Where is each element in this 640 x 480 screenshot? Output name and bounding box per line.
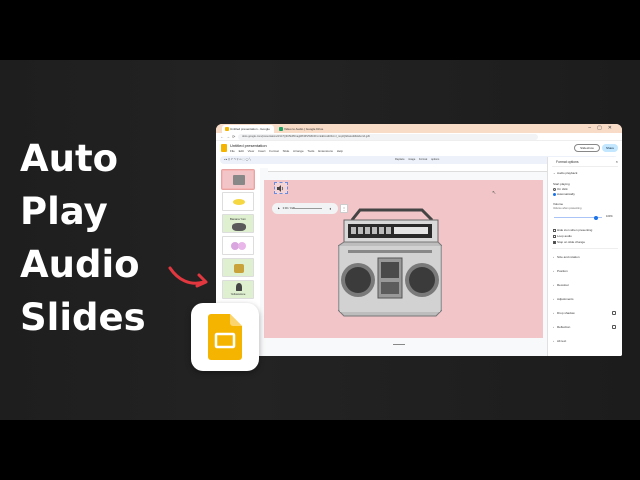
share-button[interactable]: Share bbox=[602, 144, 618, 152]
slide-thumb-5[interactable] bbox=[222, 258, 254, 277]
headline-line-3: Audio bbox=[20, 243, 140, 286]
progress-bar[interactable] bbox=[292, 208, 322, 209]
audio-player[interactable]: ▶ 0:00 / 0:30 🔈︎ bbox=[272, 203, 338, 214]
section-audio-playback[interactable]: ⌄Audio playback bbox=[553, 171, 577, 175]
headline-line-1: Auto bbox=[20, 137, 119, 180]
volume-sub-label: Volume when presenting bbox=[553, 207, 582, 210]
headline: Auto Play Audio Slides bbox=[20, 132, 190, 344]
drive-icon bbox=[279, 127, 283, 131]
tab-bar: Untitled presentation - Google Video to … bbox=[216, 124, 622, 133]
slides-icon bbox=[225, 127, 229, 131]
checkbox-icon[interactable] bbox=[553, 234, 556, 238]
slideshow-button[interactable]: Slideshow bbox=[574, 144, 600, 152]
thumb-label: Banana Yum bbox=[230, 217, 246, 221]
section-label: Drop shadow bbox=[557, 311, 575, 315]
format-options-panel: Format options × ⌄Audio playback Start p… bbox=[547, 157, 622, 356]
section-adjustments[interactable]: › Adjustments bbox=[553, 297, 574, 301]
radio-automatically[interactable]: Automatically bbox=[553, 192, 575, 196]
option-label: Hide icon when presenting bbox=[557, 228, 593, 232]
radio-label: Automatically bbox=[557, 192, 575, 196]
slides-icon bbox=[208, 314, 242, 360]
ruler bbox=[268, 168, 547, 172]
tab-drive[interactable]: Video to Audio | Google Drive bbox=[276, 125, 328, 133]
slide-thumb-4[interactable] bbox=[222, 236, 254, 255]
slide-thumb-2[interactable] bbox=[222, 192, 254, 211]
tab-label: Untitled presentation - Google bbox=[230, 127, 270, 131]
close-icon[interactable]: × bbox=[616, 159, 618, 164]
url-field[interactable]: docs.google.com/presentation/d/1z7Q3U5kP… bbox=[238, 134, 538, 140]
section-label: Alt text bbox=[557, 339, 567, 343]
mouse-cursor: ↖ bbox=[492, 190, 497, 196]
editor-canvas: ▶ 0:00 / 0:30 🔈︎ ⋮ ↖ bbox=[260, 168, 547, 356]
panel-title: Format options bbox=[556, 160, 579, 164]
section-label: Size and rotation bbox=[557, 255, 580, 259]
radio-on-click[interactable]: On click bbox=[553, 187, 568, 191]
volume-slider[interactable] bbox=[554, 215, 602, 220]
radio-icon bbox=[553, 187, 556, 191]
browser-window: Untitled presentation - Google Video to … bbox=[216, 124, 622, 356]
divider bbox=[552, 248, 618, 249]
tab-slides[interactable]: Untitled presentation - Google bbox=[222, 125, 274, 133]
toolbar-left[interactable]: ◂ ▸ ⎙ ↶ ↷ ⚲ ▭ ⬚ ◯ ╲ bbox=[224, 158, 251, 161]
boombox-thumb bbox=[233, 175, 245, 185]
arrow-icon bbox=[168, 266, 208, 288]
start-playing-label: Start playing bbox=[553, 182, 570, 186]
audio-speaker-icon[interactable] bbox=[274, 182, 288, 194]
circle-thumb bbox=[238, 242, 246, 250]
section-label: Audio playback bbox=[557, 171, 578, 175]
boombox-image[interactable] bbox=[338, 208, 442, 324]
volume-icon[interactable]: 🔈︎ bbox=[330, 206, 332, 211]
tab-label: Video to Audio | Google Drive bbox=[284, 127, 324, 131]
option-label: Loop audio bbox=[557, 234, 572, 238]
option-loop-audio[interactable]: Loop audio bbox=[553, 234, 572, 238]
slides-icon[interactable] bbox=[221, 144, 227, 152]
section-size-rotation[interactable]: › Size and rotation bbox=[553, 255, 580, 259]
doc-title[interactable]: Untitled presentation bbox=[230, 143, 267, 148]
menu-bar[interactable]: File Edit View Insert Format Slide Arran… bbox=[230, 149, 343, 153]
drop-shadow-checkbox[interactable] bbox=[612, 311, 616, 315]
toolbar-right[interactable]: Replace image Format options bbox=[395, 156, 439, 164]
google-slides-logo bbox=[191, 303, 259, 371]
section-label: Recolour bbox=[557, 283, 570, 287]
app-header: Untitled presentation File Edit View Ins… bbox=[216, 141, 622, 156]
address-bar: ←→⟳ docs.google.com/presentation/d/1z7Q3… bbox=[216, 133, 622, 141]
volume-value: 100% bbox=[606, 215, 613, 218]
animal-thumb bbox=[232, 223, 246, 231]
option-label: Stop on slide change bbox=[557, 240, 586, 244]
slide-thumb-3[interactable]: Banana Yum bbox=[222, 214, 254, 233]
volume-label: Volume bbox=[553, 202, 564, 206]
option-stop-on-change[interactable]: Stop on slide change bbox=[553, 240, 585, 244]
section-position[interactable]: › Position bbox=[553, 269, 568, 273]
section-drop-shadow[interactable]: › Drop shadow bbox=[553, 311, 575, 315]
volume-icon bbox=[277, 184, 284, 192]
nav-icons[interactable]: ←→⟳ bbox=[220, 134, 237, 139]
speaker-notes-handle[interactable] bbox=[393, 344, 405, 345]
section-reflection[interactable]: › Reflection bbox=[553, 325, 570, 329]
window-controls[interactable]: –▢✕ bbox=[588, 125, 618, 131]
headline-line-4: Slides bbox=[20, 296, 146, 339]
section-label: Adjustments bbox=[557, 297, 574, 301]
banana-thumb bbox=[233, 199, 245, 205]
slide-thumb-6[interactable]: Yellowstone bbox=[222, 280, 254, 299]
section-recolour[interactable]: › Recolour bbox=[553, 283, 569, 287]
radio-label: On click bbox=[557, 187, 568, 191]
checkbox-icon[interactable] bbox=[553, 228, 556, 232]
divider bbox=[552, 166, 618, 167]
option-hide-icon[interactable]: Hide icon when presenting bbox=[553, 228, 592, 232]
animal-thumb bbox=[236, 283, 242, 291]
section-alt-text[interactable]: › Alt text bbox=[553, 339, 566, 343]
radio-selected-icon bbox=[553, 192, 556, 196]
play-icon[interactable]: ▶ bbox=[278, 207, 280, 210]
slide-thumb-1[interactable] bbox=[222, 170, 254, 189]
checkbox-checked-icon[interactable] bbox=[553, 240, 556, 244]
reflection-checkbox[interactable] bbox=[612, 325, 616, 329]
section-label: Position bbox=[557, 269, 568, 273]
slide-canvas[interactable]: ▶ 0:00 / 0:30 🔈︎ ⋮ ↖ bbox=[264, 180, 543, 338]
thumb-label: Yellowstone bbox=[230, 292, 246, 296]
image-thumb bbox=[234, 264, 244, 273]
headline-line-2: Play bbox=[20, 190, 108, 233]
slider-knob[interactable] bbox=[594, 215, 598, 220]
section-label: Reflection bbox=[557, 325, 571, 329]
